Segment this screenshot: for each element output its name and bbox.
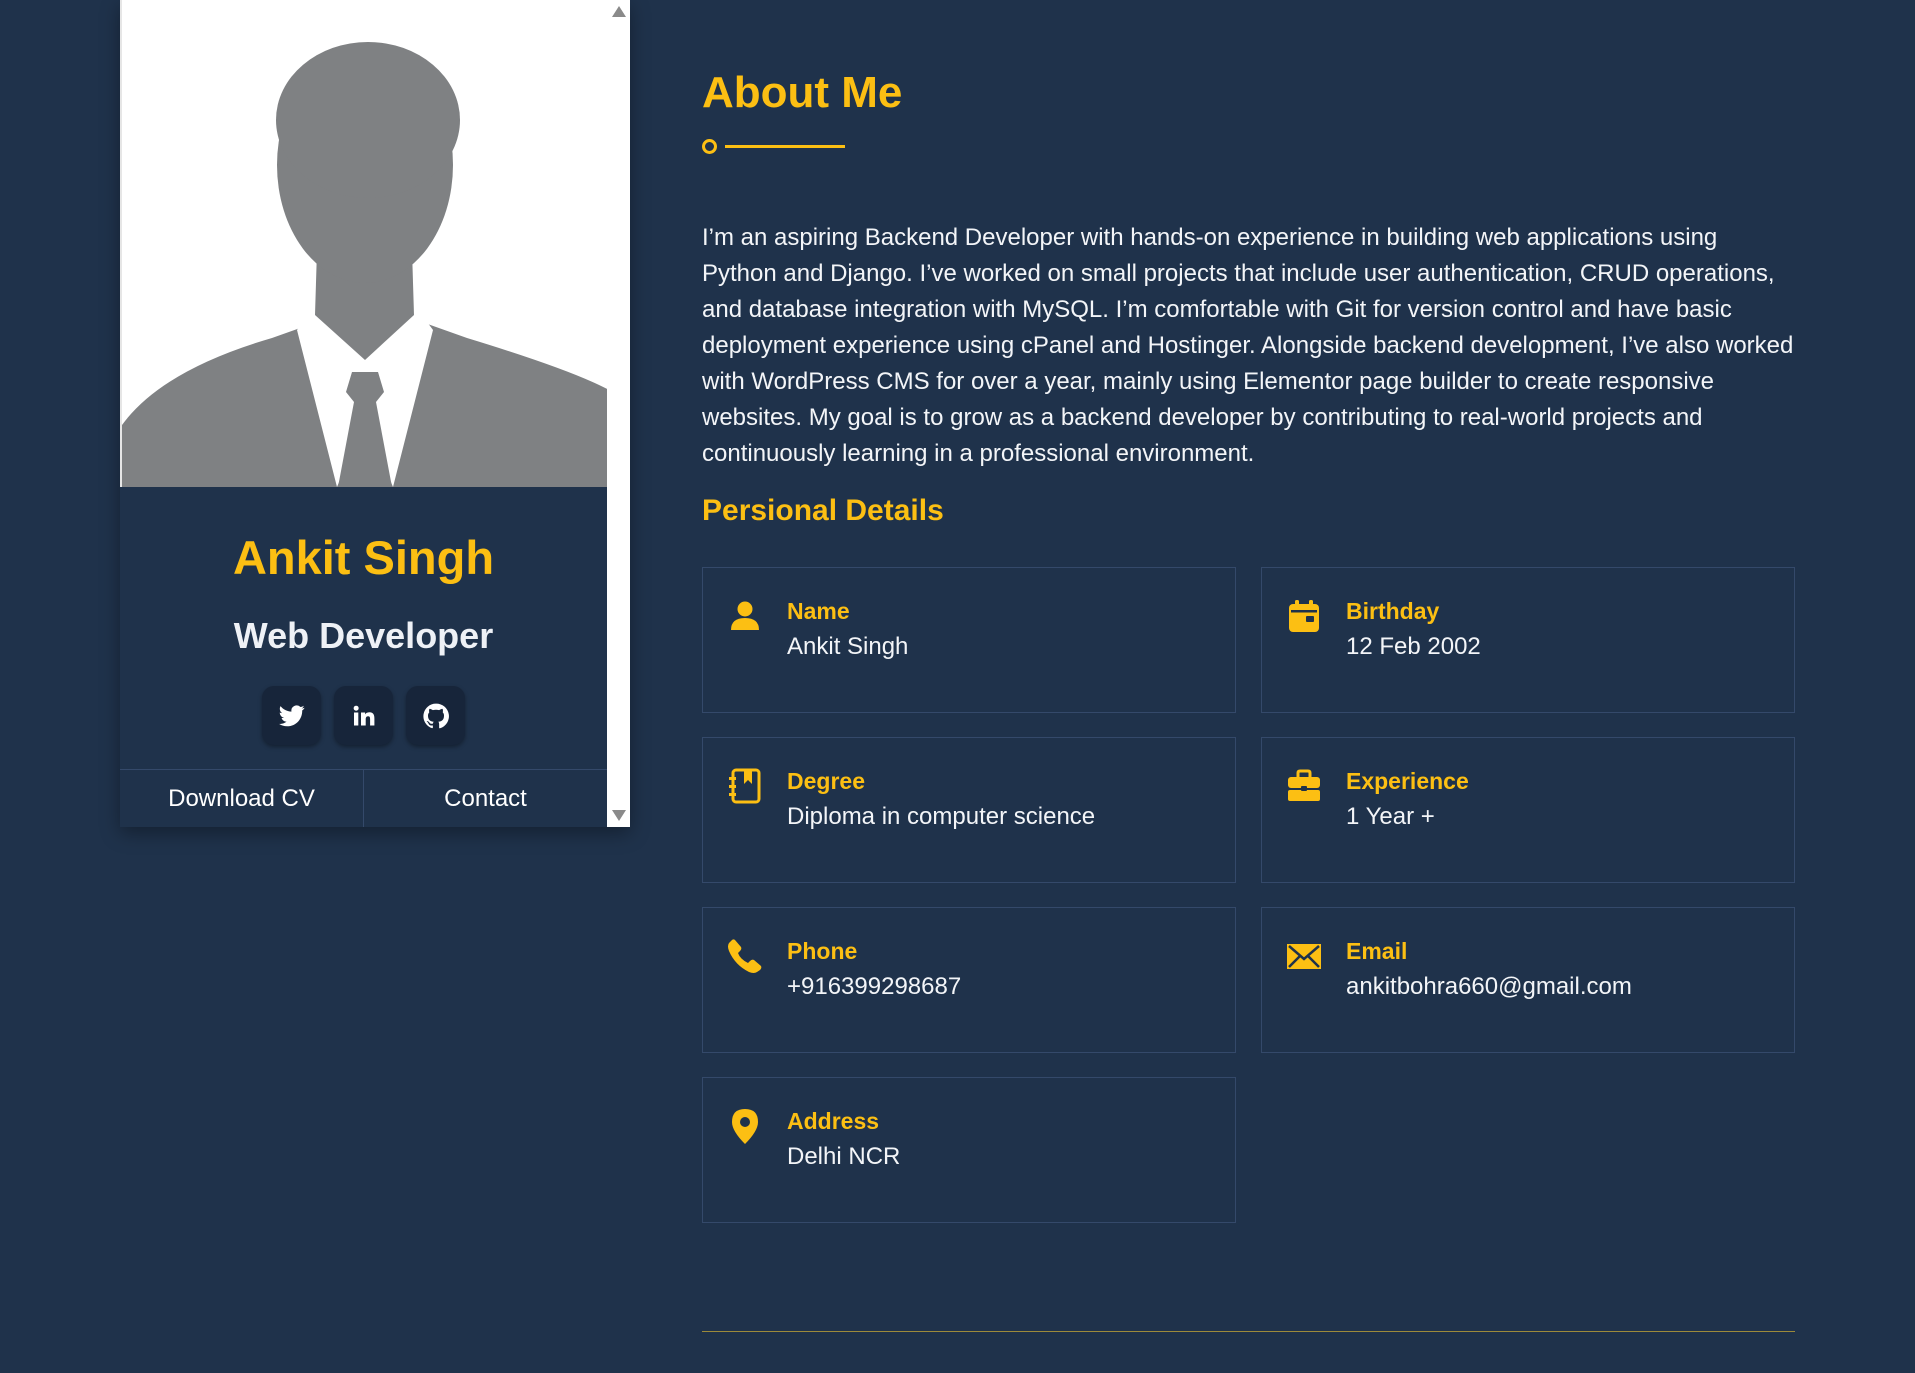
page: Ankit Singh Web Developer Download CV Co… [0,0,1915,1373]
avatar-silhouette-icon [122,42,607,487]
about-title: About Me [702,68,903,117]
title-divider-line [725,145,845,148]
section-divider [702,1331,1795,1332]
detail-value: Ankit Singh [787,633,909,660]
card-scrollbar[interactable] [607,0,630,827]
twitter-button[interactable] [262,686,321,745]
github-icon [422,703,449,728]
linkedin-button[interactable] [334,686,393,745]
phone-icon [728,939,762,973]
calendar-icon [1289,600,1319,632]
detail-value: Delhi NCR [787,1143,901,1170]
detail-value: 12 Feb 2002 [1346,633,1481,660]
detail-value: ankitbohra660@gmail.com [1346,973,1632,1000]
detail-card-experience: Experience 1 Year + [1261,737,1795,883]
briefcase-icon [1288,769,1320,801]
profile-card: Ankit Singh Web Developer Download CV Co… [120,0,630,827]
detail-card-address: Address Delhi NCR [702,1077,1236,1223]
detail-card-birthday: Birthday 12 Feb 2002 [1261,567,1795,713]
card-actions: Download CV Contact [120,769,607,827]
user-icon [731,601,759,630]
profile-photo [120,0,607,487]
details-title: Persional Details [702,494,944,527]
detail-value: +916399298687 [787,973,962,1000]
detail-value: 1 Year + [1346,803,1435,830]
map-pin-icon [732,1109,758,1144]
download-cv-button[interactable]: Download CV [120,770,363,827]
detail-card-degree: Degree Diploma in computer science [702,737,1236,883]
profile-card-content: Ankit Singh Web Developer Download CV Co… [120,0,607,827]
title-divider-dot [702,139,717,154]
detail-label: Address [787,1108,880,1134]
scroll-down-arrow-icon[interactable] [612,810,626,821]
envelope-icon [1287,944,1321,969]
contact-button[interactable]: Contact [363,770,607,827]
linkedin-icon [353,705,374,725]
github-button[interactable] [406,686,465,745]
profile-role: Web Developer [233,615,494,656]
about-text: I’m an aspiring Backend Developer with h… [702,224,1794,467]
detail-label: Birthday [1346,598,1440,624]
detail-card-email: Email ankitbohra660@gmail.com [1261,907,1795,1053]
detail-card-name: Name Ankit Singh [702,567,1236,713]
scroll-up-arrow-icon[interactable] [612,6,626,17]
social-links [120,686,607,745]
detail-label: Email [1346,938,1408,964]
detail-label: Degree [787,768,865,794]
detail-label: Experience [1346,768,1469,794]
detail-card-phone: Phone +916399298687 [702,907,1236,1053]
detail-value: Diploma in computer science [787,803,1096,830]
detail-label: Name [787,598,850,624]
detail-label: Phone [787,938,858,964]
twitter-icon [278,704,305,726]
address-book-icon [729,768,761,804]
profile-name: Ankit Singh [232,531,495,584]
